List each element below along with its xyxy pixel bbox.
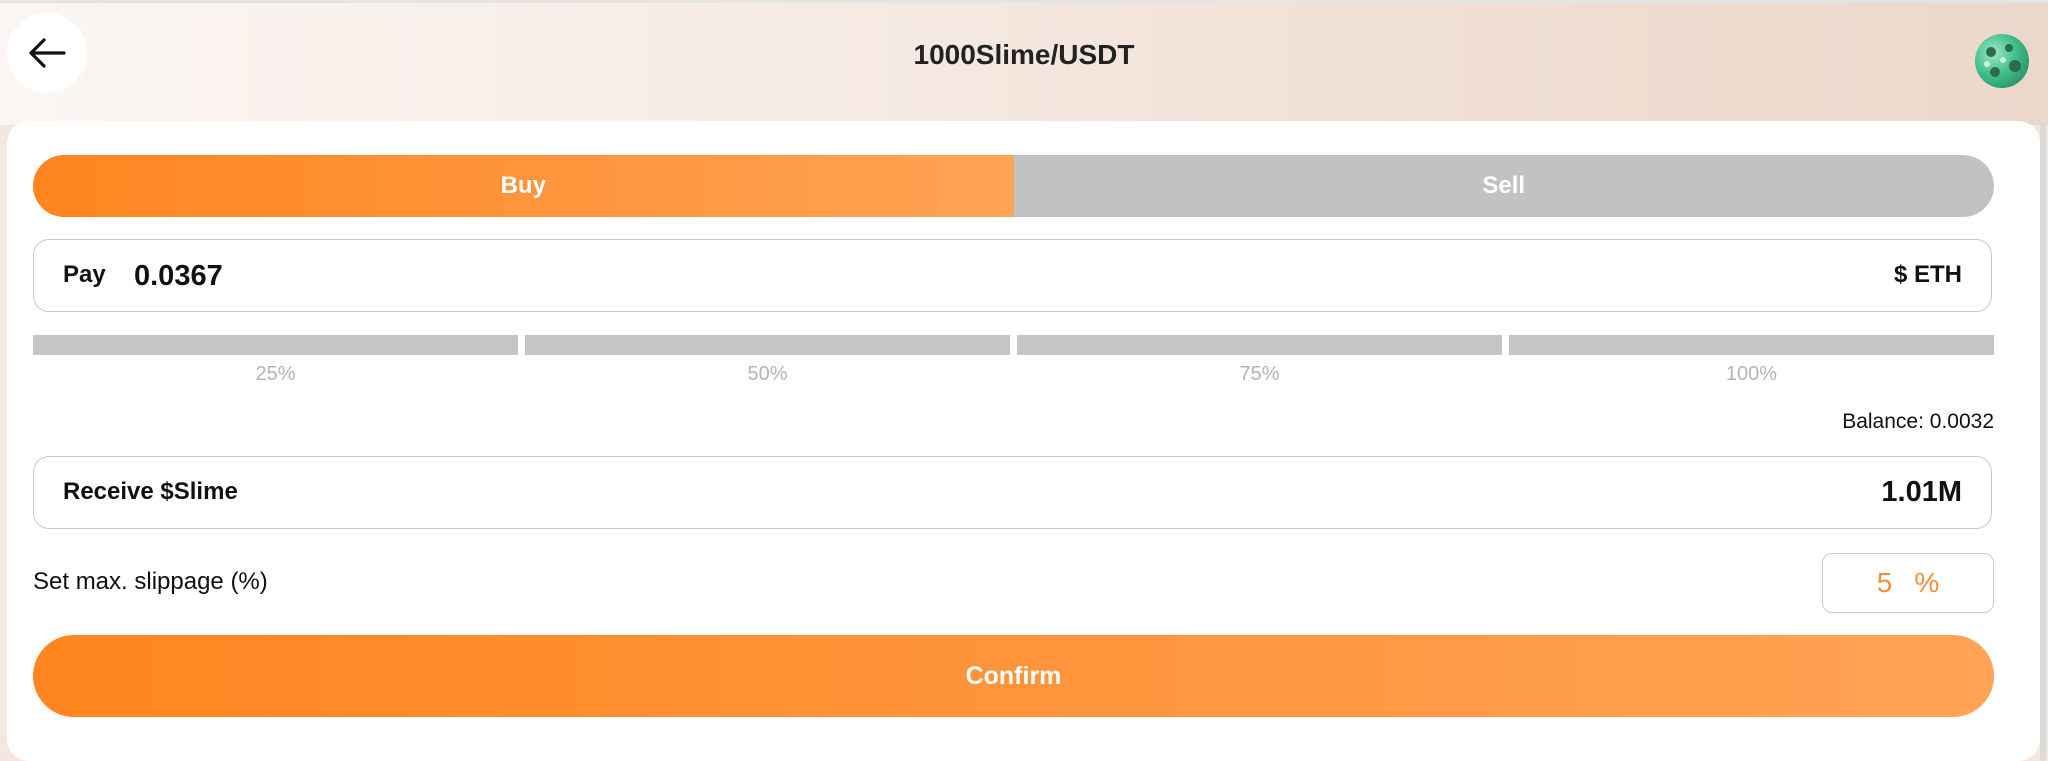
slippage-unit: %	[1914, 567, 1940, 598]
pay-currency: $ ETH	[1893, 261, 1962, 288]
slippage-input[interactable]: 5 %	[1822, 553, 1994, 613]
percent-label: 75%	[1239, 363, 1280, 385]
slippage-value: 5	[1876, 567, 1893, 598]
avatar[interactable]	[1975, 34, 2029, 88]
buy-sell-toggle: Buy Sell	[33, 155, 1994, 217]
percent-label: 100%	[1725, 363, 1778, 385]
slippage-label: Set max. slippage (%)	[33, 568, 268, 595]
percent-bar	[525, 335, 1010, 355]
percent-25-button[interactable]: 25%	[33, 335, 518, 386]
balance-text: Balance: 0.0032	[1842, 410, 1994, 433]
tab-sell[interactable]: Sell	[1013, 155, 1994, 217]
page-title: 1000Slime/USDT	[913, 39, 1135, 70]
receive-field: Receive $Slime 1.01M	[33, 456, 1992, 529]
pay-amount-input[interactable]	[132, 252, 1336, 300]
receive-label: Receive $Slime	[63, 478, 238, 505]
percent-label: 50%	[747, 363, 788, 385]
percent-bar	[1509, 335, 1994, 355]
scrollbar[interactable]	[2040, 121, 2046, 761]
percent-bar	[33, 335, 518, 355]
receive-amount: 1.01M	[1881, 476, 1962, 508]
header-bar: 1000Slime/USDT	[0, 0, 2048, 125]
slime-avatar-icon	[1984, 44, 2021, 77]
percent-bar	[1017, 335, 1502, 355]
pay-field: Pay $ ETH	[33, 239, 1992, 312]
percent-50-button[interactable]: 50%	[525, 335, 1010, 386]
tab-buy[interactable]: Buy	[33, 155, 1014, 217]
percent-label: 25%	[255, 363, 296, 385]
percent-100-button[interactable]: 100%	[1509, 335, 1994, 386]
pay-label: Pay	[63, 261, 106, 288]
percent-75-button[interactable]: 75%	[1017, 335, 1502, 386]
percent-selector: 25% 50% 75% 100%	[33, 335, 1994, 385]
confirm-button[interactable]: Confirm	[33, 635, 1994, 717]
